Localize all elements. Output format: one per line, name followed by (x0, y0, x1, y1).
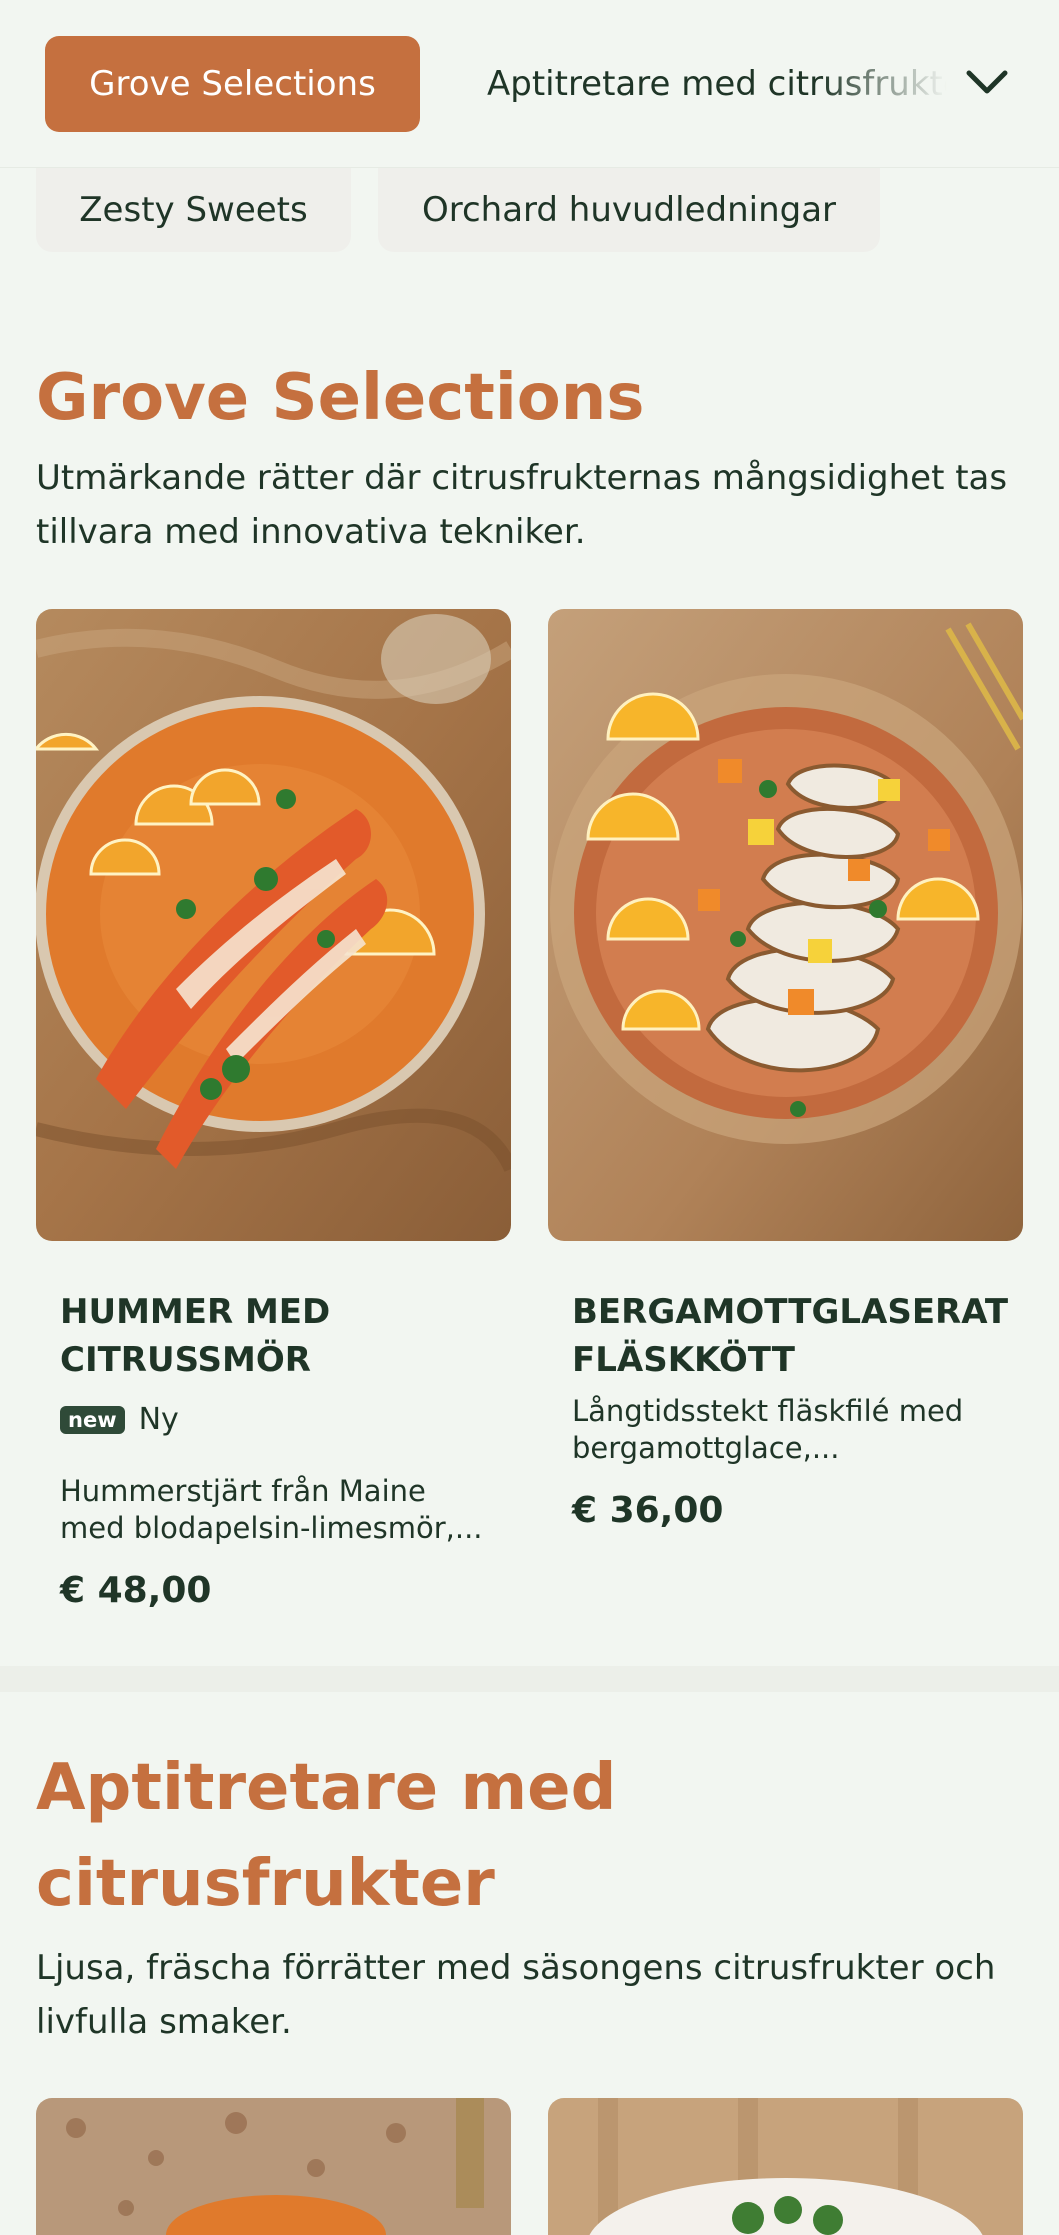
dish-image[interactable] (548, 2098, 1023, 2235)
dish-name[interactable]: Bergamottglaserat fläskkött (572, 1288, 1022, 1384)
section-title: Grove Selections (36, 361, 645, 435)
dish-description: Långtidsstekt fläskfilé med bergamottgla… (572, 1394, 964, 1465)
pork-dish-image[interactable] (548, 609, 1023, 1241)
tab-grove-selections[interactable]: Grove Selections (45, 36, 420, 132)
dish-price: € 48,00 (60, 1570, 212, 1611)
category-nav-bar: Grove Selections Aptitretare med citrusf… (0, 0, 1059, 168)
dish-description: Hummerstjärt från Maine med blodapelsin-… (60, 1474, 483, 1545)
tab-aptitretare[interactable]: Aptitretare med citrusfrukter (487, 58, 947, 110)
section-description: Ljusa, fräscha förrätter med säsongens c… (36, 1948, 996, 2042)
new-badge-label: Ny (138, 1402, 179, 1437)
section-title: Aptitretare med citrusfrukter (36, 1751, 617, 1921)
section-divider (0, 1666, 1059, 1692)
new-badge: new Ny (60, 1402, 179, 1437)
lobster-dish-image[interactable] (36, 609, 511, 1241)
chevron-down-icon[interactable] (962, 58, 1012, 108)
new-tag: new (60, 1405, 125, 1434)
dish-name[interactable]: Hummer med citrussmör (60, 1288, 480, 1384)
section-description: Utmärkande rätter där citrusfrukternas m… (36, 458, 1008, 552)
dish-price: € 36,00 (572, 1490, 724, 1531)
dish-image[interactable] (36, 2098, 511, 2235)
